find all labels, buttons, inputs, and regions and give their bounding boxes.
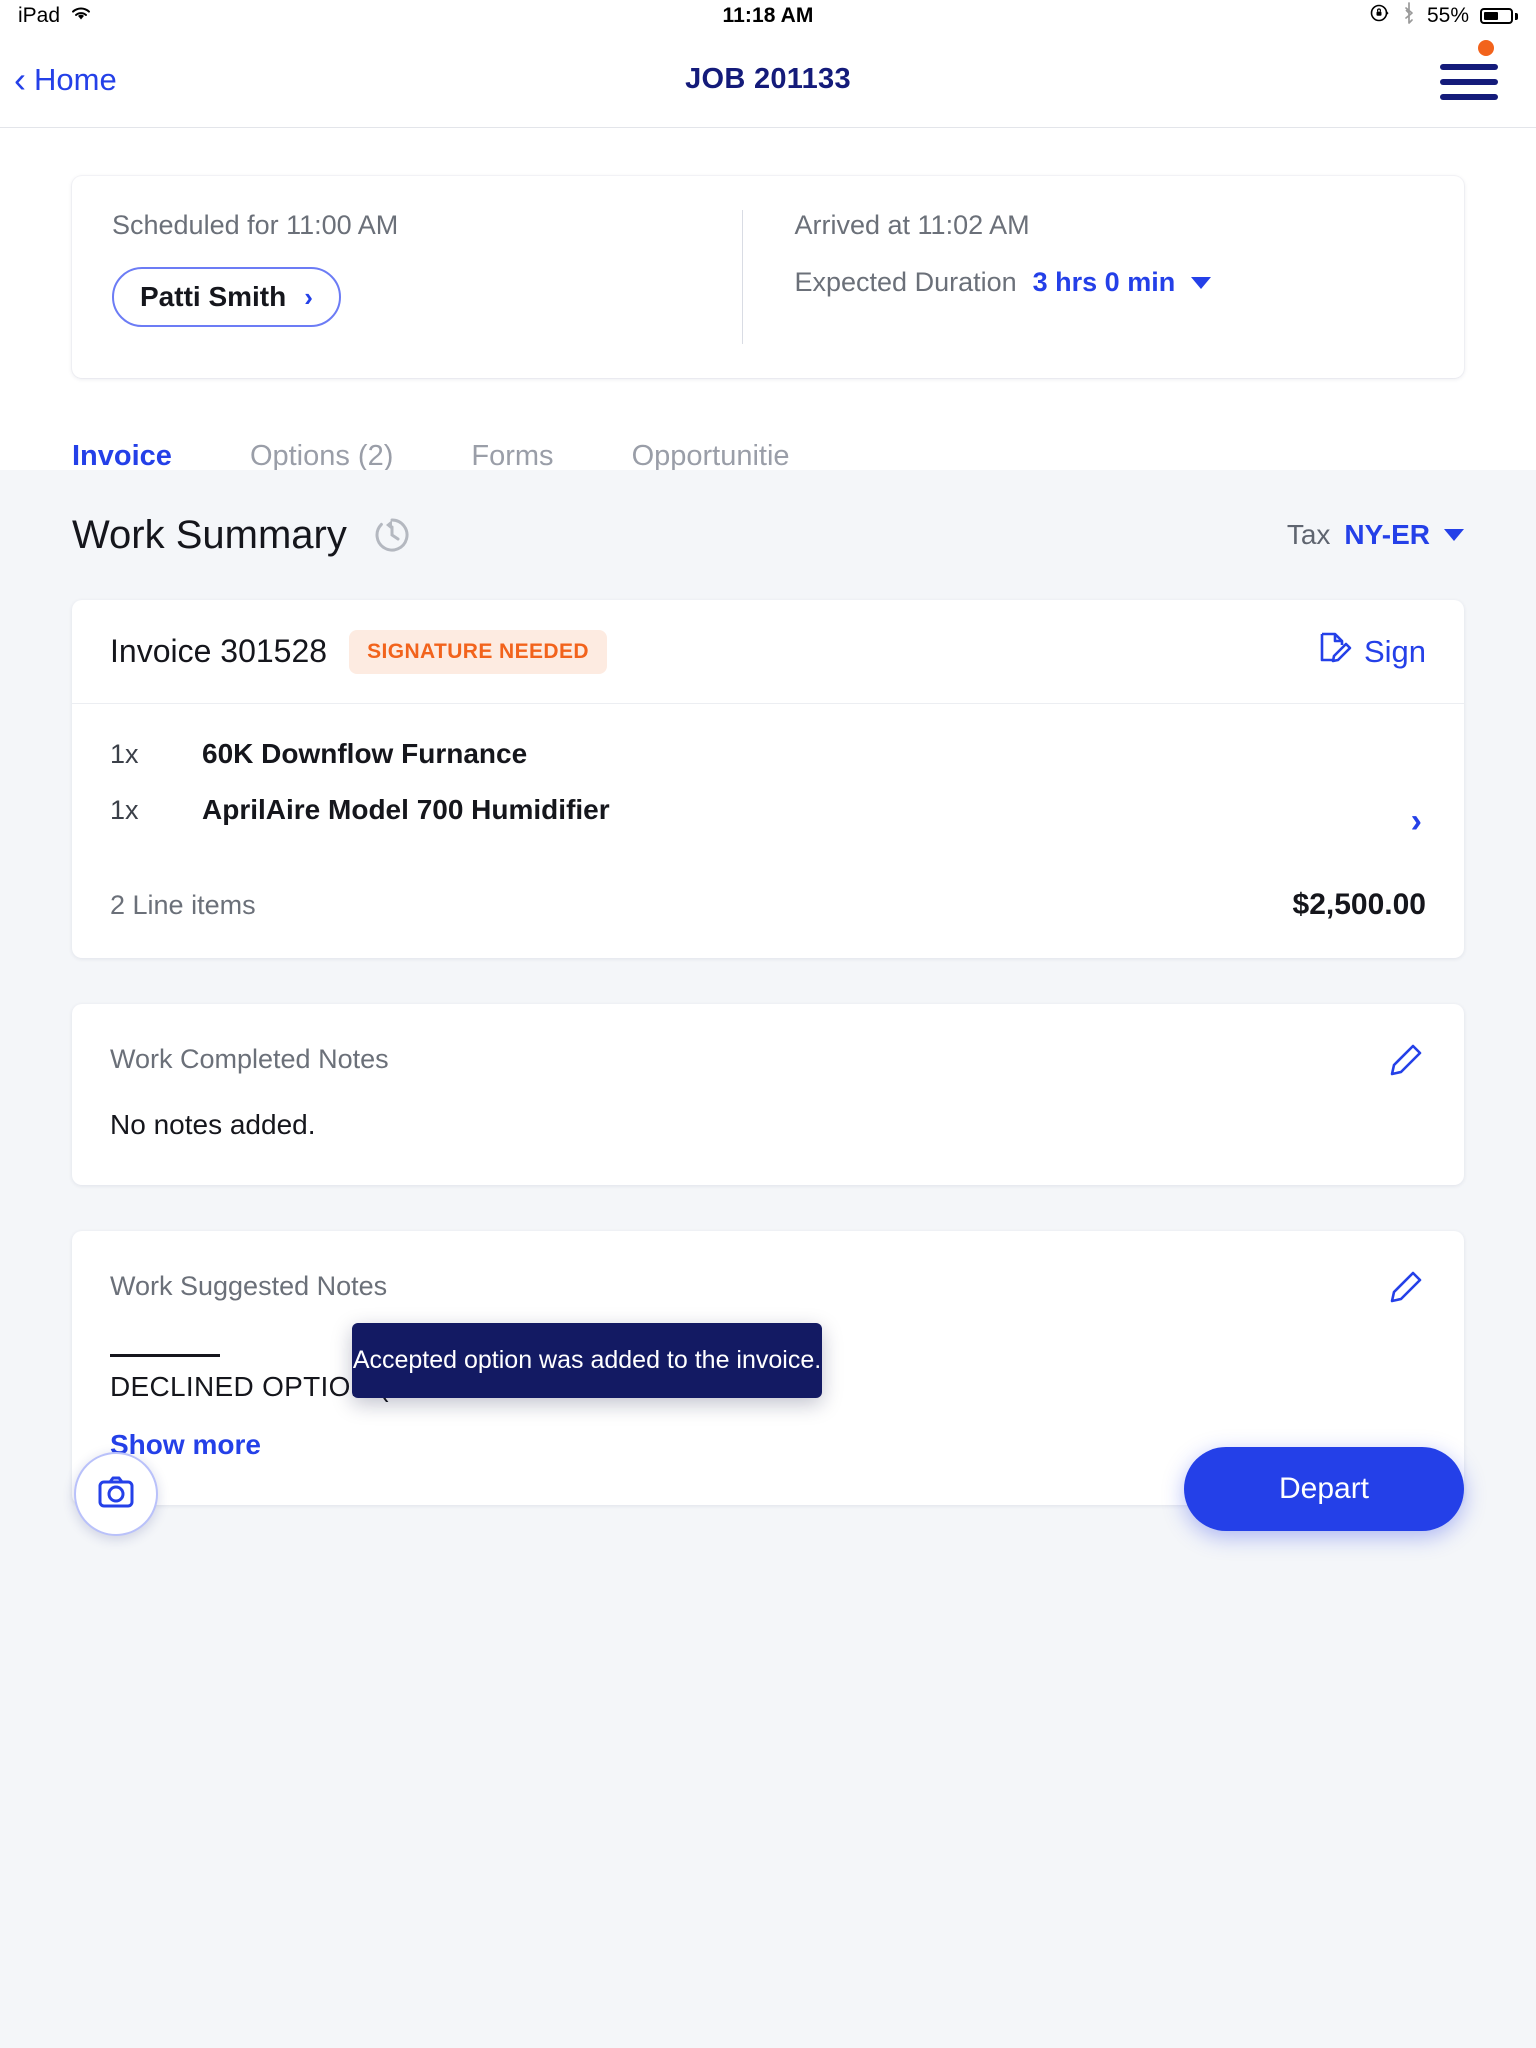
work-completed-notes-label: Work Completed Notes (110, 1044, 389, 1074)
work-suggested-notes-label: Work Suggested Notes (110, 1271, 388, 1301)
tax-selector[interactable]: Tax NY-ER (1287, 519, 1464, 551)
battery-icon (1480, 8, 1518, 24)
line-item-qty: 1x (110, 739, 139, 769)
chevron-left-icon: ‹ (14, 58, 26, 100)
chevron-down-icon[interactable] (1444, 529, 1464, 541)
chevron-down-icon[interactable] (1191, 276, 1212, 289)
sign-button-label: Sign (1363, 633, 1426, 669)
job-info-card: Scheduled for 11:00 AM Patti Smith › Arr… (72, 176, 1464, 378)
line-items-count-label: 2 Line items (110, 889, 256, 920)
invoice-card: Invoice 301528 SIGNATURE NEEDED Sign 1x … (72, 600, 1464, 958)
ios-status-bar: iPad 11:18 AM 55% (0, 0, 1536, 32)
rotation-lock-icon (1369, 2, 1391, 30)
line-item-name: AprilAire Model 700 Humidifier (202, 794, 610, 825)
tab-forms[interactable]: Forms (471, 430, 553, 473)
line-item: 1x 60K Downflow Furnance (110, 738, 1426, 770)
invoice-tab-content: Work Summary Tax NY-ER Invoice 301528 SI… (0, 470, 1536, 2048)
work-completed-notes-body: No notes added. (110, 1109, 316, 1140)
camera-icon (96, 1472, 136, 1517)
refresh-icon[interactable] (373, 516, 411, 554)
battery-percent-label: 55% (1426, 4, 1469, 27)
toast-notification: Accepted option was added to the invoice… (352, 1323, 822, 1398)
technician-name-label: Patti Smith (140, 281, 287, 312)
document-sign-icon (1316, 630, 1352, 674)
job-arrival-column: Arrived at 11:02 AM Expected Duration 3 … (741, 210, 1425, 344)
work-summary-title: Work Summary (72, 512, 347, 557)
tab-options[interactable]: Options (2) (250, 430, 393, 473)
depart-button[interactable]: Depart (1184, 1447, 1464, 1531)
line-item: 1x AprilAire Model 700 Humidifier (110, 794, 1426, 826)
work-completed-notes-card: Work Completed Notes No notes added. (72, 1004, 1464, 1185)
expected-duration-value: 3 hrs 0 min (1032, 267, 1176, 297)
invoice-details-chevron-icon[interactable]: › (1411, 802, 1422, 841)
status-bar-right: 55% (1369, 2, 1518, 30)
work-summary-header: Work Summary Tax NY-ER (72, 470, 1464, 600)
invoice-total-amount: $2,500.00 (1292, 888, 1426, 921)
invoice-card-header: Invoice 301528 SIGNATURE NEEDED Sign (72, 600, 1464, 704)
back-to-home-button[interactable]: ‹ Home (0, 58, 117, 100)
tab-invoice[interactable]: Invoice (72, 430, 172, 495)
line-item-qty: 1x (110, 795, 139, 825)
camera-button[interactable] (74, 1452, 158, 1536)
tax-label: Tax (1286, 519, 1331, 550)
tax-value: NY-ER (1344, 519, 1430, 550)
sign-button[interactable]: Sign (1316, 630, 1426, 674)
bluetooth-icon (1402, 2, 1416, 30)
tab-opportunities[interactable]: Opportunitie (632, 430, 790, 473)
arrived-time-label: Arrived at 11:02 AM (794, 210, 1030, 240)
scheduled-time-label: Scheduled for 11:00 AM (112, 210, 399, 240)
notification-dot (1478, 39, 1494, 56)
back-button-label: Home (34, 61, 117, 97)
job-schedule-column: Scheduled for 11:00 AM Patti Smith › (112, 210, 742, 344)
status-bar-clock: 11:18 AM (722, 4, 814, 27)
notes-divider (110, 1354, 220, 1357)
page-title: JOB 201133 (685, 63, 851, 95)
line-item-name: 60K Downflow Furnance (202, 738, 528, 769)
app-nav-bar: ‹ Home JOB 201133 (0, 32, 1536, 128)
invoice-card-footer: 2 Line items $2,500.00 (72, 850, 1464, 958)
hamburger-menu-icon[interactable] (1440, 39, 1498, 104)
expected-duration-row[interactable]: Expected Duration 3 hrs 0 min (795, 267, 1425, 298)
pencil-icon[interactable] (1388, 1269, 1424, 1305)
chevron-right-icon: › (304, 281, 313, 312)
invoice-line-items: 1x 60K Downflow Furnance 1x AprilAire Mo… (72, 704, 1464, 840)
pencil-icon[interactable] (1388, 1042, 1424, 1078)
status-badge: SIGNATURE NEEDED (349, 629, 607, 674)
technician-button[interactable]: Patti Smith › (112, 267, 341, 327)
invoice-number-label: Invoice 301528 (110, 633, 328, 669)
expected-duration-label: Expected Duration (794, 267, 1017, 297)
